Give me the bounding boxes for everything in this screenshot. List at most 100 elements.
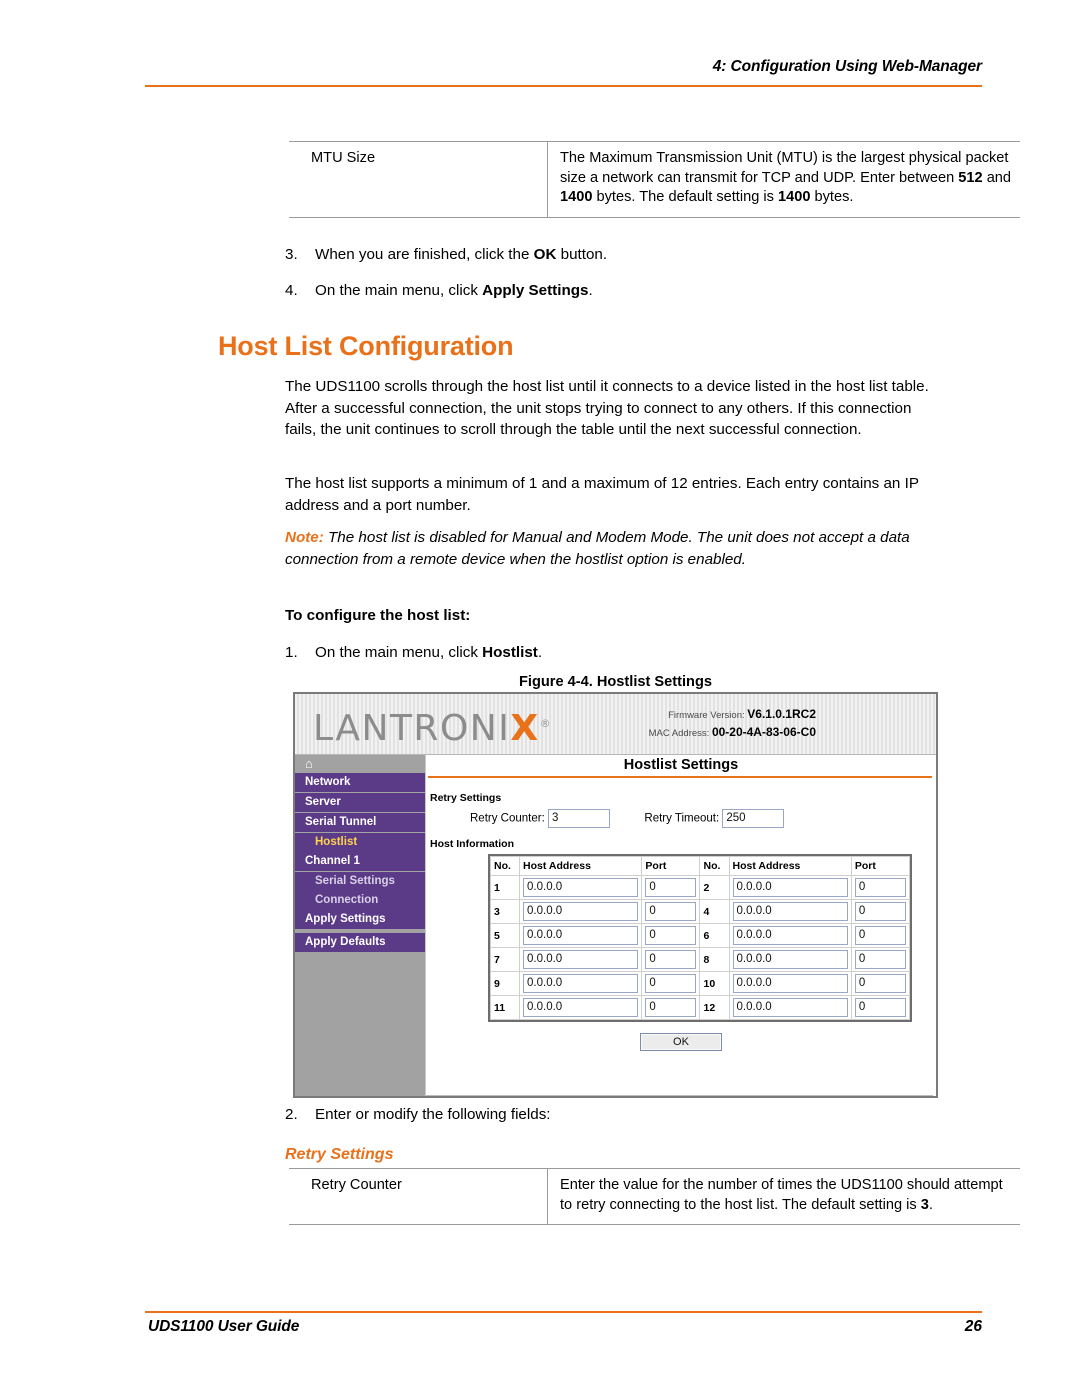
host-address-input-10[interactable]: 0.0.0.0 [732, 974, 848, 993]
sidebar-nav: ⌂ Network Server Serial Tunnel Hostlist … [295, 755, 425, 1096]
port-input-1[interactable]: 0 [645, 878, 697, 897]
note-block: Note: The host list is disabled for Manu… [285, 527, 945, 570]
sidebar-item-serial-tunnel[interactable]: Serial Tunnel [295, 813, 425, 833]
port-cell-9: 0 [641, 971, 701, 996]
web-manager-body: ⌂ Network Server Serial Tunnel Hostlist … [295, 755, 936, 1096]
sidebar-item-serial-settings[interactable]: Serial Settings [295, 872, 425, 891]
host-address-input-3[interactable]: 0.0.0.0 [523, 902, 639, 921]
step-2: 2. Enter or modify the following fields: [285, 1105, 551, 1125]
registered-trademark-icon: ® [539, 717, 553, 730]
port-input-11[interactable]: 0 [645, 998, 697, 1017]
host-address-cell-12: 0.0.0.0 [728, 995, 852, 1020]
retry-timeout-input[interactable]: 250 [722, 809, 785, 828]
page-header: 4: Configuration Using Web-Manager [145, 58, 982, 92]
retry-desc-pre: Enter the value for the number of times … [560, 1177, 1003, 1213]
host-address-input-1[interactable]: 0.0.0.0 [523, 878, 639, 897]
mtu-term: MTU Size [311, 150, 376, 166]
page-header-title: 4: Configuration Using Web-Manager [712, 58, 982, 75]
port-input-8[interactable]: 0 [854, 950, 906, 969]
port-input-6[interactable]: 0 [854, 926, 906, 945]
port-cell-11: 0 [641, 995, 701, 1020]
row-index-1: 1 [489, 875, 521, 900]
sidebar-item-apply-defaults[interactable]: Apply Defaults [295, 933, 425, 953]
port-input-2[interactable]: 0 [854, 878, 906, 897]
host-table-body: 1 0.0.0.0 0 2 0.0.0.0 0 3 0.0.0.0 0 4 0.… [489, 875, 911, 1020]
firmware-version-label: Firmware Version: [668, 710, 745, 721]
firmware-version-value: V6.1.0.1RC2 [747, 707, 816, 721]
host-address-input-2[interactable]: 0.0.0.0 [732, 878, 848, 897]
mtu-bold-1400-a: 1400 [560, 189, 593, 206]
host-address-input-7[interactable]: 0.0.0.0 [523, 950, 639, 969]
row-index-11: 11 [489, 995, 521, 1020]
host-address-input-12[interactable]: 0.0.0.0 [732, 998, 848, 1017]
sidebar-item-connection[interactable]: Connection [295, 891, 425, 910]
mtu-desc-mid2: bytes. The default setting is [592, 189, 778, 206]
sidebar-item-channel-1[interactable]: Channel 1 [295, 852, 425, 872]
retry-timeout-label: Retry Timeout: [644, 812, 720, 825]
sidebar-item-server[interactable]: Server [295, 793, 425, 813]
step-4-bold-apply-settings: Apply Settings [482, 282, 589, 299]
retry-counter-input[interactable]: 3 [547, 809, 610, 828]
host-address-input-11[interactable]: 0.0.0.0 [523, 998, 639, 1017]
mtu-desc-mid: and [982, 169, 1012, 186]
step-2-text: Enter or modify the following fields: [315, 1106, 551, 1123]
step-2-number: 2. [285, 1106, 298, 1123]
row-index-10: 10 [699, 971, 730, 996]
table-row: 7 0.0.0.0 0 8 0.0.0.0 0 [489, 947, 911, 972]
sidebar-home-row[interactable]: ⌂ [295, 755, 425, 773]
port-cell-1: 0 [641, 875, 701, 900]
host-address-input-5[interactable]: 0.0.0.0 [523, 926, 639, 945]
sidebar-item-apply-settings[interactable]: Apply Settings [295, 910, 425, 930]
host-address-cell-10: 0.0.0.0 [728, 971, 852, 996]
row-index-7: 7 [489, 947, 521, 972]
table-row: 5 0.0.0.0 0 6 0.0.0.0 0 [489, 923, 911, 948]
row-index-3: 3 [489, 899, 521, 924]
port-input-9[interactable]: 0 [645, 974, 697, 993]
mac-address-row: MAC Address: 00-20-4A-83-06-C0 [649, 724, 816, 742]
step-1-text-pre: On the main menu, click [315, 644, 483, 661]
port-input-10[interactable]: 0 [854, 974, 906, 993]
paragraph-host-list-capacity: The host list supports a minimum of 1 an… [285, 475, 919, 514]
port-input-5[interactable]: 0 [645, 926, 697, 945]
panel-title-rule [428, 776, 932, 778]
port-input-4[interactable]: 0 [854, 902, 906, 921]
port-cell-2: 0 [850, 875, 911, 900]
host-address-cell-2: 0.0.0.0 [728, 875, 852, 900]
col-header-no-right: No. [699, 856, 730, 876]
mac-address-value: 00-20-4A-83-06-C0 [711, 725, 816, 739]
note-label: Note: [285, 529, 324, 546]
logo-text-x: X [510, 708, 540, 749]
sidebar-item-hostlist[interactable]: Hostlist [295, 833, 425, 852]
table-row: 3 0.0.0.0 0 4 0.0.0.0 0 [489, 899, 911, 924]
port-input-12[interactable]: 0 [854, 998, 906, 1017]
web-manager-main-panel: Hostlist Settings Retry Settings Retry C… [425, 755, 936, 1096]
step-3-number: 3. [285, 246, 298, 263]
col-header-host-right: Host Address [728, 856, 852, 876]
host-address-cell-11: 0.0.0.0 [519, 995, 643, 1020]
paragraph-host-list-scroll: The UDS1100 scrolls through the host lis… [285, 378, 929, 438]
lantronix-logo: LANTRONIX® [313, 702, 552, 751]
host-address-cell-7: 0.0.0.0 [519, 947, 643, 972]
step-3-text-post: button. [556, 246, 608, 263]
footer-document-title: UDS1100 User Guide [148, 1318, 300, 1335]
sidebar-item-network[interactable]: Network [295, 773, 425, 793]
web-manager-banner: LANTRONIX® Firmware Version: V6.1.0.1RC2… [295, 694, 936, 755]
host-address-cell-4: 0.0.0.0 [728, 899, 852, 924]
footer-divider-rule [145, 1311, 982, 1313]
port-input-3[interactable]: 0 [645, 902, 697, 921]
host-address-input-6[interactable]: 0.0.0.0 [732, 926, 848, 945]
host-address-input-8[interactable]: 0.0.0.0 [732, 950, 848, 969]
home-icon[interactable]: ⌂ [305, 757, 313, 771]
step-4-text-post: . [588, 282, 593, 299]
host-address-input-4[interactable]: 0.0.0.0 [732, 902, 848, 921]
step-1-number: 1. [285, 644, 298, 661]
port-cell-12: 0 [850, 995, 911, 1020]
host-address-input-9[interactable]: 0.0.0.0 [523, 974, 639, 993]
port-input-7[interactable]: 0 [645, 950, 697, 969]
step-4: 4. On the main menu, click Apply Settings… [285, 281, 593, 301]
row-index-2: 2 [699, 875, 730, 900]
panel-bottom-rule [426, 1095, 933, 1096]
col-header-host-left: Host Address [519, 856, 643, 876]
logo-text-main: LANTRONI [313, 708, 511, 749]
ok-button[interactable]: OK [640, 1033, 722, 1051]
